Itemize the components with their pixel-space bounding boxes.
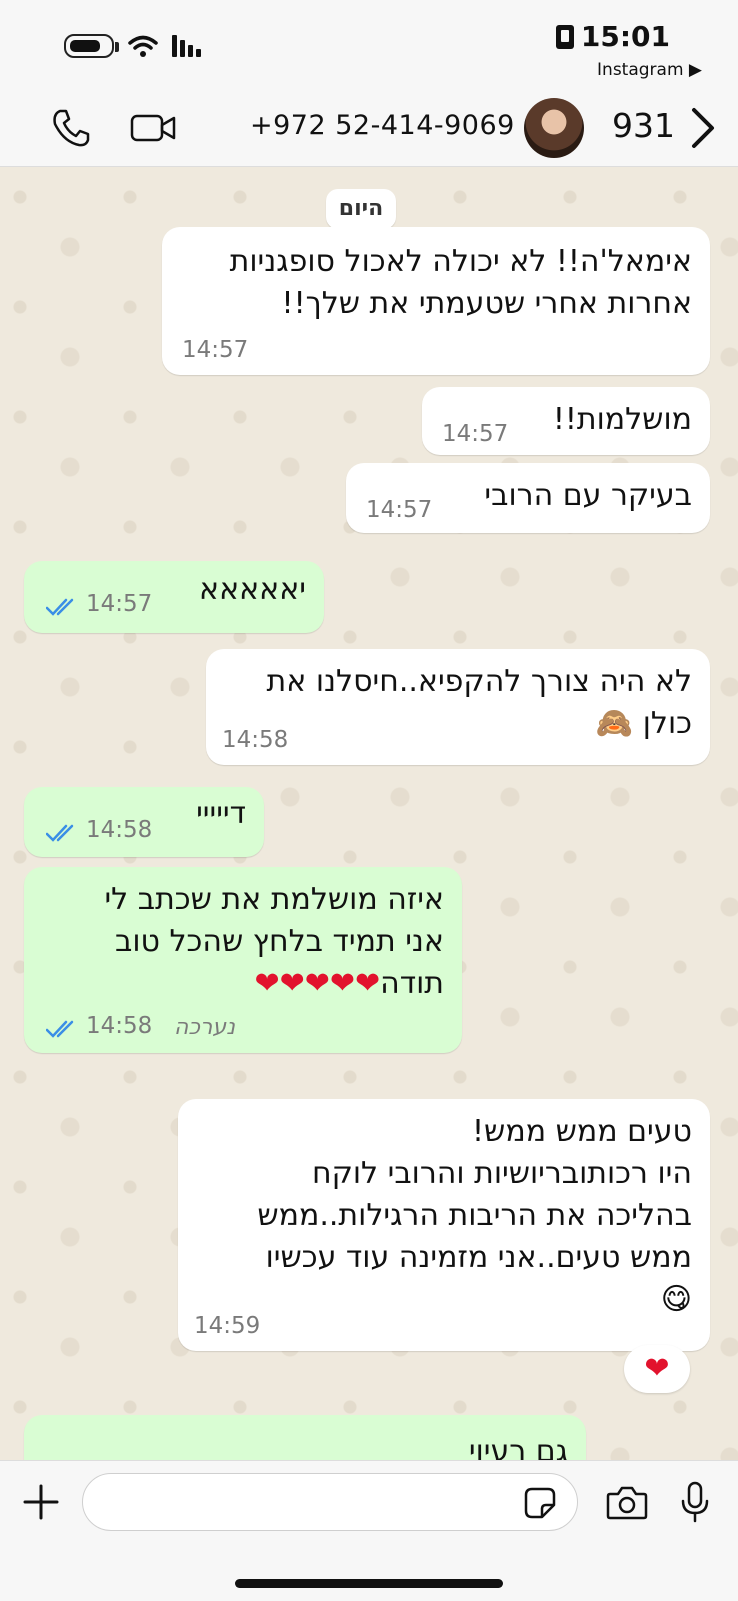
signal-icon [172, 35, 201, 57]
chat-header: +972 52-414-9069 931 [0, 92, 738, 167]
double-check-icon [46, 824, 74, 842]
composer-bar [0, 1460, 738, 1601]
status-time: 15:01 [580, 20, 670, 53]
message-time: 14:57 [86, 591, 153, 617]
message-line: ממש טעים..אני מזמינה עוד עכשיו [265, 1240, 692, 1275]
message-line: איזה מושלמת את שכתב לי [104, 882, 444, 917]
message-line: לא היה צורך להקפיא..חיסלנו את [266, 664, 692, 699]
sim-icon [555, 24, 574, 49]
message-line: כולן 🙈 [595, 706, 692, 741]
message-line: אחרות אחרי שטעמתי את שלך!! [281, 286, 692, 321]
message-time: 14:58 [86, 817, 153, 843]
message-time: 14:57 [366, 497, 433, 523]
message-text: לא היה צורך להקפיא..חיסלנו את כולן 🙈 [222, 661, 692, 745]
sticker-icon[interactable] [524, 1487, 556, 1519]
chevron-right-icon[interactable] [690, 106, 716, 150]
message-time: 14:57 [442, 421, 509, 447]
message-text: אימאל'ה!! לא יכולה לאכול סופגניות אחרות … [172, 241, 692, 325]
chat-area[interactable]: היום אימאל'ה!! לא יכולה לאכול סופגניות א… [0, 167, 738, 1460]
date-separator: היום [326, 189, 396, 229]
plus-icon[interactable] [22, 1483, 60, 1521]
phone-icon[interactable] [52, 108, 90, 148]
message-incoming[interactable]: לא היה צורך להקפיא..חיסלנו את כולן 🙈 14:… [206, 649, 710, 765]
hearts-emoji: ❤❤❤❤❤ [254, 966, 381, 1001]
contact-phone[interactable]: +972 52-414-9069 [250, 110, 515, 141]
status-left [64, 34, 201, 58]
double-check-icon [46, 1020, 74, 1038]
message-line: אני תמיד בלחץ שהכל טוב [114, 924, 444, 959]
message-line: בהליכה את הריבות הרגילות..ממש [257, 1198, 692, 1233]
camera-icon[interactable] [606, 1485, 648, 1521]
message-text: טעים ממש ממש! היו רכותובריושיות והרובי ל… [192, 1111, 692, 1321]
message-text: יאאאאא [199, 572, 306, 607]
message-line: אימאל'ה!! לא יכולה לאכול סופגניות [229, 244, 692, 279]
message-line: היו רכותובריושיות והרובי לוקח [311, 1156, 692, 1191]
message-time: 14:57 [182, 337, 249, 363]
home-indicator [235, 1579, 503, 1588]
status-bar: 15:01 Instagram ▶ [0, 0, 738, 92]
message-outgoing[interactable]: יאאאאא 14:57 [24, 561, 324, 633]
message-outgoing[interactable]: גם רעיוי [24, 1415, 586, 1460]
message-incoming[interactable]: מושלמות!! 14:57 [422, 387, 710, 455]
message-incoming[interactable]: בעיקר עם הרובי 14:57 [346, 463, 710, 533]
wifi-icon [128, 35, 158, 57]
message-input[interactable] [82, 1473, 578, 1531]
message-time: 14:58 [86, 1013, 153, 1039]
reaction-badge[interactable]: ❤ [624, 1345, 690, 1393]
edited-label: נערכה [174, 1015, 236, 1040]
message-time: 14:58 [222, 727, 289, 753]
message-line: תודה❤❤❤❤❤ [34, 963, 444, 1005]
double-check-icon [46, 598, 74, 616]
video-icon[interactable] [130, 108, 176, 148]
back-to-app-link[interactable]: Instagram ▶ [597, 60, 702, 80]
avatar[interactable] [524, 98, 584, 158]
message-line: טעים ממש ממש! [472, 1114, 692, 1149]
mic-icon[interactable] [680, 1481, 710, 1523]
message-outgoing[interactable]: איזה מושלמת את שכתב לי אני תמיד בלחץ שהכ… [24, 867, 462, 1053]
message-line-text: תודה [380, 966, 444, 1001]
message-line: 😋 [660, 1282, 692, 1317]
message-text: גם רעיוי [468, 1434, 568, 1460]
message-text: איזה מושלמת את שכתב לי אני תמיד בלחץ שהכ… [34, 879, 444, 1005]
battery-icon [64, 34, 119, 58]
message-incoming[interactable]: אימאל'ה!! לא יכולה לאכול סופגניות אחרות … [162, 227, 710, 375]
status-right: 15:01 [555, 20, 670, 53]
message-incoming[interactable]: טעים ממש ממש! היו רכותובריושיות והרובי ל… [178, 1099, 710, 1351]
message-outgoing[interactable]: דייייי 14:58 [24, 787, 264, 857]
message-time: 14:59 [194, 1313, 261, 1339]
unread-count[interactable]: 931 [612, 106, 675, 145]
